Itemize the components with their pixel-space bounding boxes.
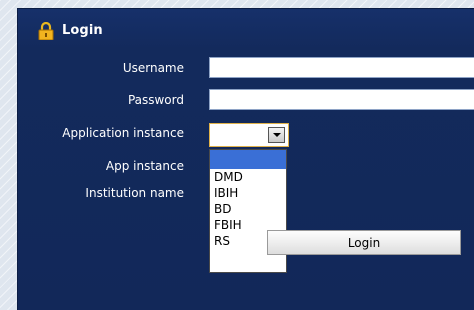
chevron-down-icon[interactable] xyxy=(268,127,285,143)
dropdown-option[interactable]: BD xyxy=(210,201,286,217)
username-input[interactable] xyxy=(209,57,474,78)
login-panel: Login Username Password Application inst… xyxy=(17,8,474,310)
app-instance-label: App instance xyxy=(105,159,184,173)
lock-icon xyxy=(38,21,54,41)
application-instance-label: Application instance xyxy=(62,126,184,140)
username-label: Username xyxy=(122,61,184,75)
panel-header: Login xyxy=(18,9,474,41)
password-input[interactable] xyxy=(209,89,474,110)
dropdown-option[interactable]: IBIH xyxy=(210,185,286,201)
login-button[interactable]: Login xyxy=(267,230,461,255)
application-instance-select[interactable] xyxy=(209,123,289,147)
institution-name-label: Institution name xyxy=(85,186,184,200)
dropdown-option[interactable]: DMD xyxy=(210,169,286,185)
panel-title: Login xyxy=(62,23,103,38)
dropdown-option-empty[interactable] xyxy=(210,150,286,169)
password-label: Password xyxy=(127,93,184,107)
